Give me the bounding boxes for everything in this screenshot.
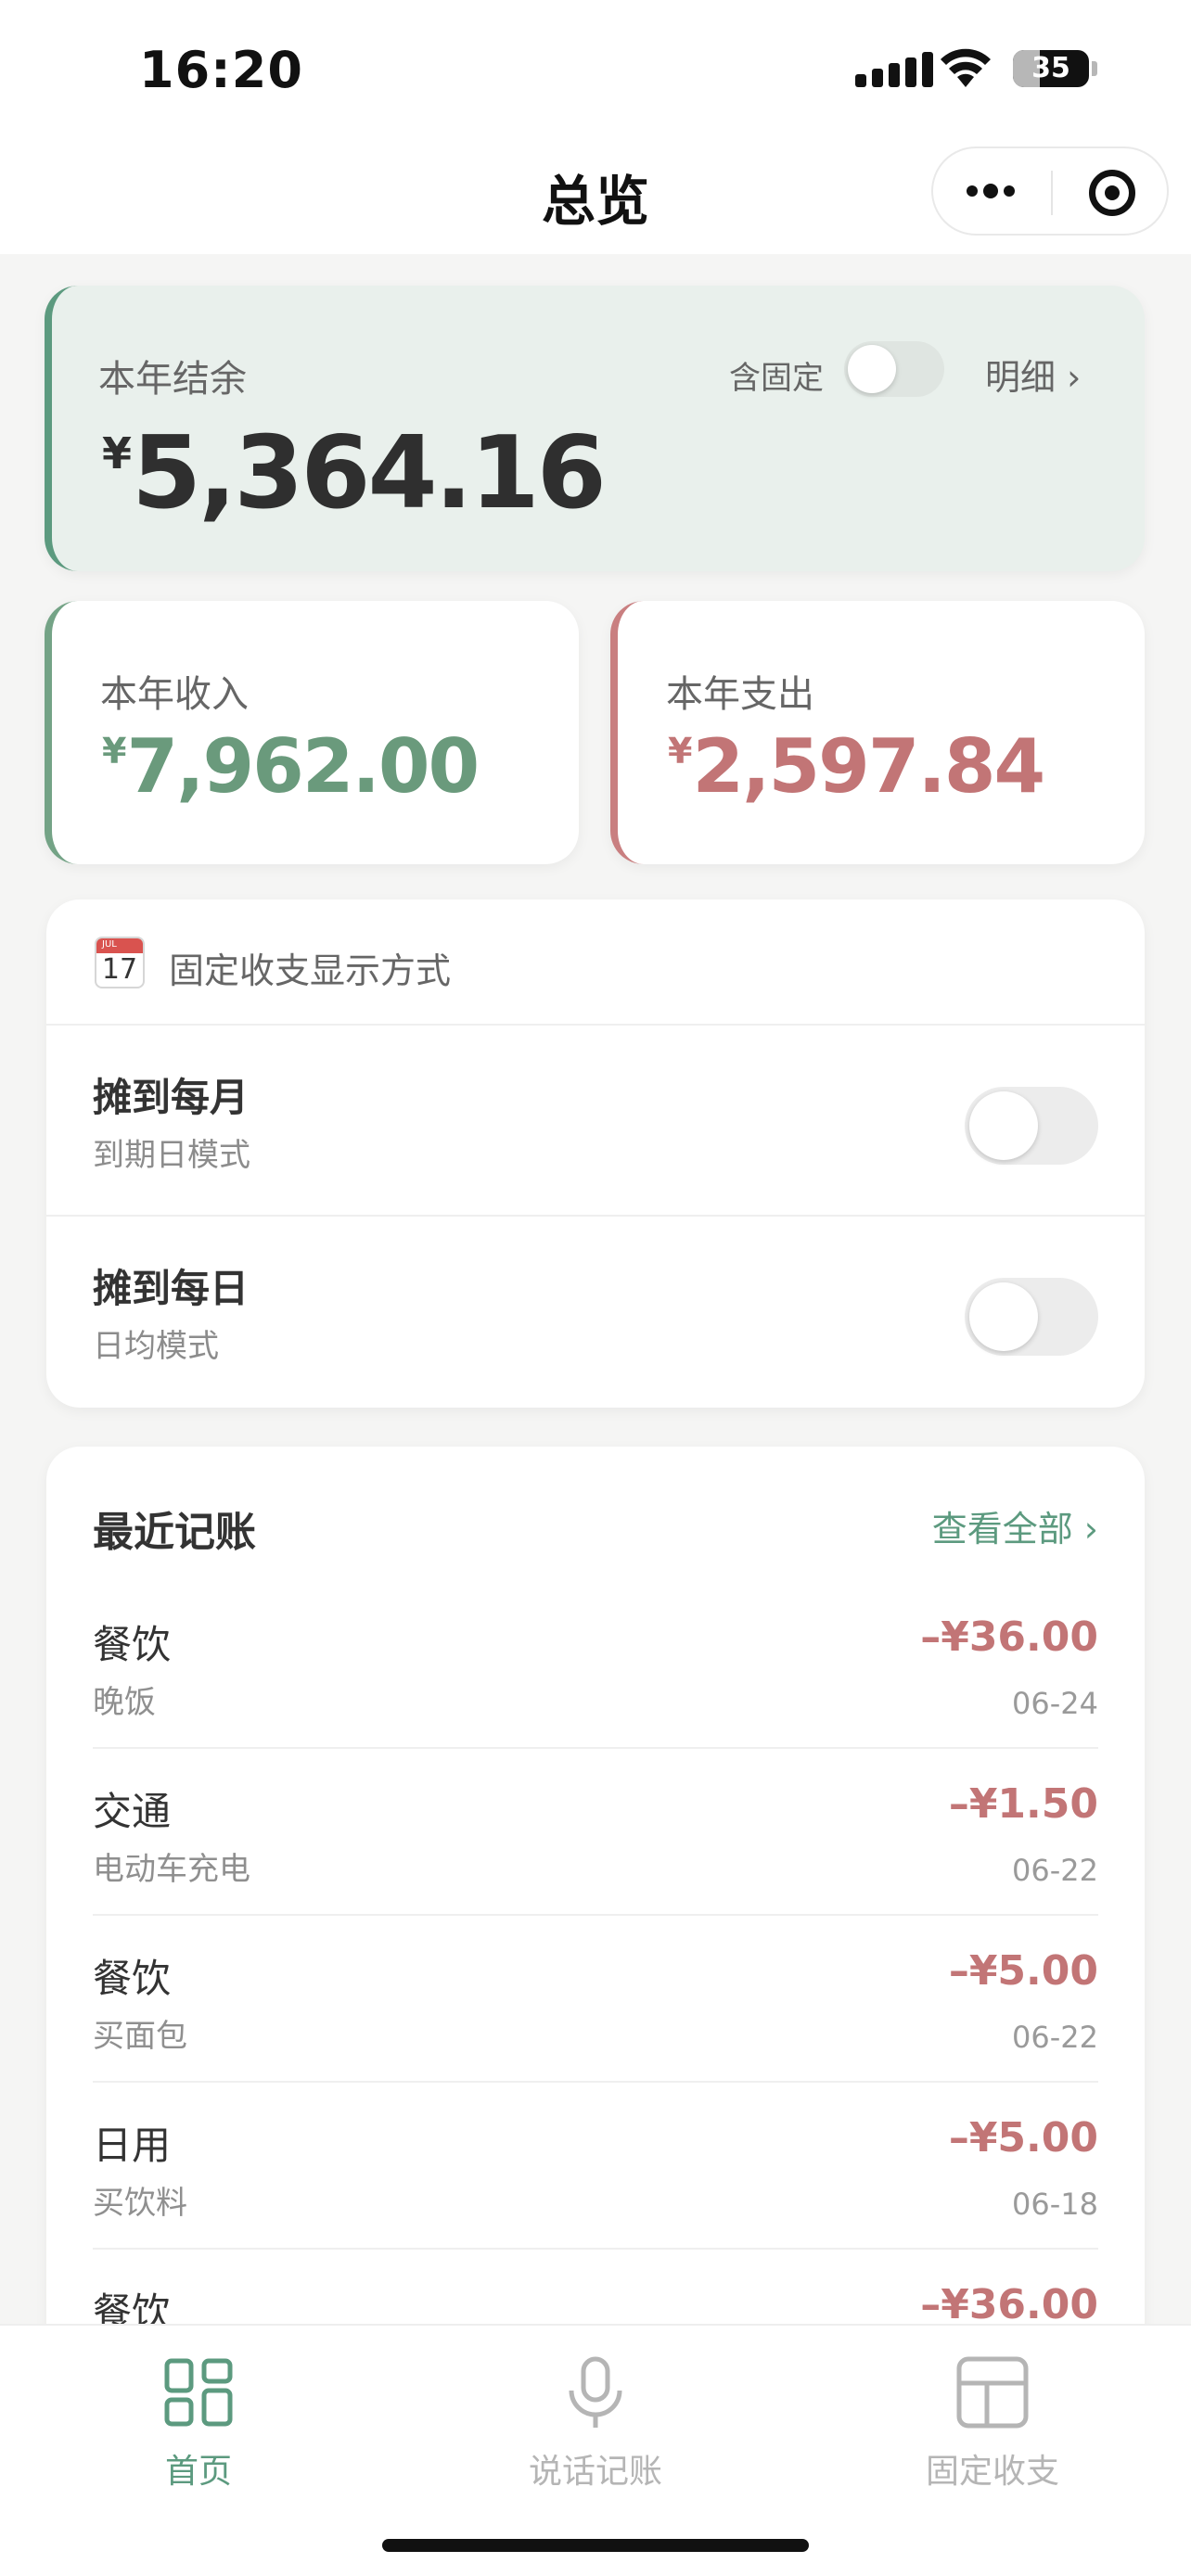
tab-voice-record[interactable]: 说话记账 [456, 2344, 735, 2493]
income-label: 本年收入 [100, 673, 249, 716]
calendar-day: 17 [101, 953, 138, 986]
balance-label: 本年结余 [98, 358, 247, 401]
toggle-knob [969, 1091, 1038, 1160]
option-subtitle: 到期日模式 [93, 1137, 250, 1174]
toggle-knob [848, 345, 896, 393]
battery-icon: 35 [1013, 50, 1089, 87]
wifi-icon [941, 48, 991, 87]
include-fixed-label: 含固定 [729, 360, 824, 397]
record-date: 06-22 [1012, 2020, 1098, 2055]
close-target-icon[interactable] [1089, 170, 1135, 216]
tab-fixed-income-expense[interactable]: 固定收支 [853, 2344, 1132, 2493]
record-note: 电动车充电 [93, 1851, 250, 1888]
nav-bar: 总览 [0, 139, 1191, 254]
option-subtitle: 日均模式 [93, 1328, 219, 1365]
record-category: 餐饮 [93, 1622, 172, 1667]
record-row[interactable]: 交通 电动车充电 –¥1.50 06-22 [93, 1749, 1098, 1916]
record-note: 买饮料 [93, 2185, 187, 2222]
record-note: 晚饭 [93, 1684, 156, 1721]
calendar-icon: JUL 17 [95, 937, 145, 988]
record-amount: –¥5.00 [948, 1947, 1098, 1995]
record-row[interactable]: 餐饮 晚饭 –¥36.00 06-24 [93, 1582, 1098, 1749]
expense-amount: ¥2,597.84 [668, 723, 1045, 810]
miniprogram-capsule [931, 147, 1169, 236]
record-amount: –¥36.00 [920, 2281, 1098, 2328]
expense-label: 本年支出 [666, 673, 814, 716]
income-amount: ¥7,962.00 [102, 723, 480, 810]
record-amount: –¥36.00 [920, 1613, 1098, 1661]
record-category: 交通 [93, 1789, 172, 1834]
balance-card: 本年结余 ¥5,364.16 含固定 明细 › [45, 286, 1145, 571]
battery-percent: 35 [1031, 52, 1070, 84]
record-row[interactable]: 餐饮 买面包 –¥5.00 06-22 [93, 1916, 1098, 2083]
record-row[interactable]: 日用 买饮料 –¥5.00 06-18 [93, 2083, 1098, 2250]
more-icon[interactable] [967, 184, 1015, 198]
option-title: 摊到每月 [93, 1075, 250, 1120]
tab-label: 说话记账 [528, 2453, 662, 2491]
monthly-toggle[interactable] [965, 1087, 1098, 1165]
record-category: 餐饮 [93, 1956, 172, 2001]
record-amount: –¥5.00 [948, 2114, 1098, 2162]
microphone-icon [569, 2356, 622, 2428]
include-fixed-toggle[interactable] [844, 341, 944, 397]
tab-label: 首页 [164, 2453, 232, 2491]
layout-icon [956, 2356, 1029, 2429]
balance-value: 5,364.16 [132, 415, 607, 531]
option-title: 摊到每日 [93, 1266, 250, 1311]
daily-toggle[interactable] [965, 1278, 1098, 1356]
calendar-month: JUL [102, 939, 117, 950]
home-indicator [382, 2539, 809, 2552]
status-time: 16:20 [139, 41, 303, 99]
fixed-display-title: 固定收支显示方式 [169, 950, 452, 991]
tab-label: 固定收支 [925, 2453, 1059, 2491]
status-bar: 16:20 35 [0, 0, 1191, 139]
record-date: 06-22 [1012, 1853, 1098, 1888]
option-daily: 摊到每日 日均模式 [46, 1217, 1145, 1408]
battery-tip [1092, 61, 1097, 76]
fixed-display-card: JUL 17 固定收支显示方式 摊到每月 到期日模式 摊到每日 日均模式 [46, 899, 1145, 1408]
option-monthly: 摊到每月 到期日模式 [46, 1026, 1145, 1217]
balance-amount: ¥5,364.16 [102, 415, 607, 531]
income-card: 本年收入 ¥7,962.00 [45, 601, 579, 864]
record-category: 日用 [93, 2123, 172, 2168]
income-value: 7,962.00 [126, 723, 480, 810]
record-note: 买面包 [93, 2018, 187, 2055]
cellular-signal-icon [855, 52, 933, 87]
currency-symbol: ¥ [668, 731, 693, 772]
currency-symbol: ¥ [102, 428, 133, 478]
currency-symbol: ¥ [102, 731, 127, 772]
record-date: 06-24 [1012, 1686, 1098, 1721]
record-date: 06-18 [1012, 2187, 1098, 2222]
tab-home[interactable]: 首页 [59, 2344, 338, 2493]
detail-link[interactable]: 明细 › [985, 349, 1081, 400]
capsule-divider [1051, 171, 1053, 215]
grid-icon [164, 2358, 233, 2427]
recent-title: 最近记账 [93, 1509, 256, 1556]
record-amount: –¥1.50 [948, 1780, 1098, 1828]
toggle-knob [969, 1282, 1038, 1351]
fixed-display-header: JUL 17 固定收支显示方式 [46, 899, 1145, 1026]
view-all-link[interactable]: 查看全部 › [932, 1500, 1098, 1551]
expense-value: 2,597.84 [692, 723, 1045, 810]
expense-card: 本年支出 ¥2,597.84 [610, 601, 1145, 864]
